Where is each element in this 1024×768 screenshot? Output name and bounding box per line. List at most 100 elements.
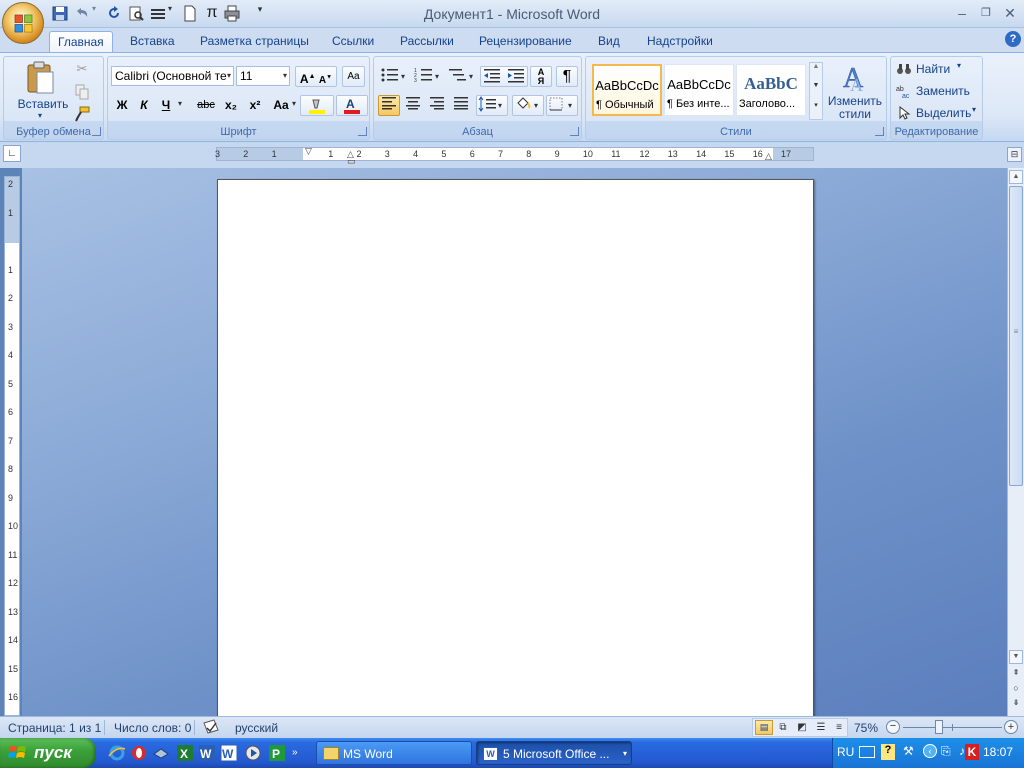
outline-icon[interactable]: ☰ [812, 720, 830, 735]
strikethrough-button[interactable]: abc [194, 95, 218, 116]
select-button[interactable]: Выделить ▾ [896, 105, 981, 123]
redo-icon[interactable] [104, 4, 124, 23]
italic-button[interactable]: К [134, 95, 154, 116]
justify-icon[interactable] [450, 95, 472, 116]
save-icon[interactable] [50, 4, 70, 23]
align-left-icon[interactable] [378, 95, 400, 116]
scroll-thumb[interactable]: ≡ [1009, 186, 1023, 486]
sort-icon[interactable]: AЯ [530, 66, 552, 87]
customize-toolbar-icon[interactable]: ▾ [254, 4, 266, 23]
clock[interactable]: 18:07 [983, 745, 1013, 759]
print-preview-icon[interactable] [126, 4, 146, 23]
cut-icon[interactable]: ✂ [73, 61, 91, 79]
taskbar-item-office[interactable]: W 5 Microsoft Office ... ▾ [476, 741, 632, 765]
equation-icon[interactable]: π [202, 4, 222, 23]
tab-selector-icon[interactable]: ∟ [3, 145, 21, 162]
page-count[interactable]: Страница: 1 из 1 [8, 721, 101, 735]
underline-button[interactable]: Ч [156, 95, 176, 116]
zoom-level[interactable]: 75% [854, 721, 878, 735]
bullets-button[interactable]: ▾ [378, 66, 410, 87]
minimize-icon[interactable]: – [950, 4, 974, 22]
first-line-indent-marker-icon[interactable]: ▽ [305, 146, 312, 157]
vertical-scrollbar[interactable]: ▲ ≡ ▼ ⇞ ○ ⇟ [1007, 168, 1024, 716]
grow-shrink-font-button[interactable]: A▲ A▼ [295, 66, 337, 87]
decrease-indent-icon[interactable] [482, 67, 526, 83]
paragraph-launcher-icon[interactable] [570, 127, 579, 136]
scroll-down-icon[interactable]: ▼ [1009, 650, 1023, 664]
superscript-button[interactable]: x² [244, 95, 266, 116]
antivirus-icon[interactable]: K [965, 744, 979, 760]
highlight-button[interactable] [300, 95, 334, 116]
line-spacing-button[interactable]: ▾ [476, 95, 508, 116]
restore-icon[interactable]: ❐ [974, 4, 998, 22]
help-icon[interactable]: ? [1005, 31, 1021, 47]
vertical-ruler[interactable]: 2 1 1 2 3 4 5 6 7 8 9 10 11 12 13 14 15 16 [4, 176, 20, 716]
close-icon[interactable]: ✕ [998, 4, 1022, 22]
quick-print-icon[interactable] [222, 4, 242, 23]
taskbar-item-ms-word[interactable]: MS Word [316, 741, 472, 765]
paste-button[interactable]: Вставить ▾ [12, 59, 68, 121]
format-painter-icon[interactable] [73, 105, 91, 123]
tray-tool-icon[interactable]: ⚒ [903, 744, 914, 758]
spelling-check-icon[interactable] [202, 719, 220, 737]
columns-icon[interactable] [148, 4, 168, 23]
draft-icon[interactable]: ≡ [830, 720, 848, 735]
style-card-no-spacing[interactable]: AaBbCcDc ¶ Без инте... [664, 64, 734, 116]
clipboard-launcher-icon[interactable] [92, 127, 101, 136]
align-center-icon[interactable] [402, 95, 424, 116]
tab-mailings[interactable]: Рассылки [392, 31, 462, 52]
font-size-combo[interactable]: 11 ▾ [236, 66, 290, 86]
tab-home[interactable]: Главная [49, 31, 113, 52]
change-styles-button[interactable]: AA Изменить стили [826, 59, 884, 123]
document-page[interactable] [217, 179, 814, 719]
undo-dropdown-icon[interactable]: ▾ [92, 4, 102, 23]
web-layout-icon[interactable]: ◩ [793, 720, 811, 735]
align-right-icon[interactable] [426, 95, 448, 116]
borders-button[interactable]: ▾ [546, 95, 578, 116]
zoom-in-icon[interactable]: + [1004, 720, 1018, 734]
font-launcher-icon[interactable] [358, 127, 367, 136]
show-hidden-icons-icon[interactable]: ‹ [923, 744, 937, 758]
office-button[interactable] [2, 2, 44, 44]
style-card-normal[interactable]: AaBbCcDc ¶ Обычный [592, 64, 662, 116]
previous-page-icon[interactable]: ⇞ [1009, 668, 1023, 682]
zoom-out-icon[interactable]: − [886, 720, 900, 734]
multilevel-list-button[interactable]: ▾ [446, 66, 478, 87]
columns-dropdown-icon[interactable]: ▾ [168, 4, 178, 23]
full-screen-reading-icon[interactable]: ⧉ [774, 720, 792, 735]
find-button[interactable]: Найти ▾ [896, 61, 981, 79]
network-icon[interactable] [152, 744, 170, 762]
numbering-button[interactable]: 1 2 3 ▾ [412, 66, 444, 87]
internet-explorer-icon[interactable] [108, 744, 126, 762]
tab-review[interactable]: Рецензирование [471, 31, 580, 52]
shading-button[interactable]: ▾ [512, 95, 544, 116]
zoom-slider-thumb[interactable] [935, 720, 943, 734]
styles-scroll-up-icon[interactable]: ▲ [810, 63, 822, 82]
keyboard-icon[interactable] [859, 746, 875, 758]
tab-page-layout[interactable]: Разметка страницы [192, 31, 317, 52]
excel-icon[interactable]: X [176, 744, 194, 762]
change-case-dropdown-icon[interactable]: ▾ [292, 99, 296, 108]
undo-icon[interactable] [72, 4, 92, 23]
tab-insert[interactable]: Вставка [122, 31, 183, 52]
language-indicator[interactable]: русский [235, 721, 278, 735]
word-icon[interactable]: W [198, 744, 216, 762]
styles-launcher-icon[interactable] [875, 127, 884, 136]
word-2007-icon[interactable]: W [220, 744, 238, 762]
right-indent-marker-icon[interactable]: △ [765, 151, 772, 162]
font-color-button[interactable]: A [336, 95, 368, 116]
tab-addins[interactable]: Надстройки [639, 31, 721, 52]
copy-icon[interactable] [73, 83, 91, 101]
styles-more-icon[interactable]: ▾ [810, 101, 822, 119]
scroll-up-icon[interactable]: ▲ [1009, 170, 1023, 184]
underline-dropdown-icon[interactable]: ▾ [178, 99, 182, 108]
word-count[interactable]: Число слов: 0 [114, 721, 191, 735]
project-icon[interactable]: P [268, 744, 286, 762]
subscript-button[interactable]: x₂ [220, 95, 242, 116]
view-ruler-icon[interactable]: ⊟ [1007, 147, 1022, 162]
font-name-combo[interactable]: Calibri (Основной те ▾ [111, 66, 234, 86]
bold-button[interactable]: Ж [112, 95, 132, 116]
new-document-icon[interactable] [180, 4, 200, 23]
styles-scroll-down-icon[interactable]: ▼ [810, 82, 822, 101]
left-indent-marker-icon[interactable]: △ ▭ [347, 150, 357, 166]
